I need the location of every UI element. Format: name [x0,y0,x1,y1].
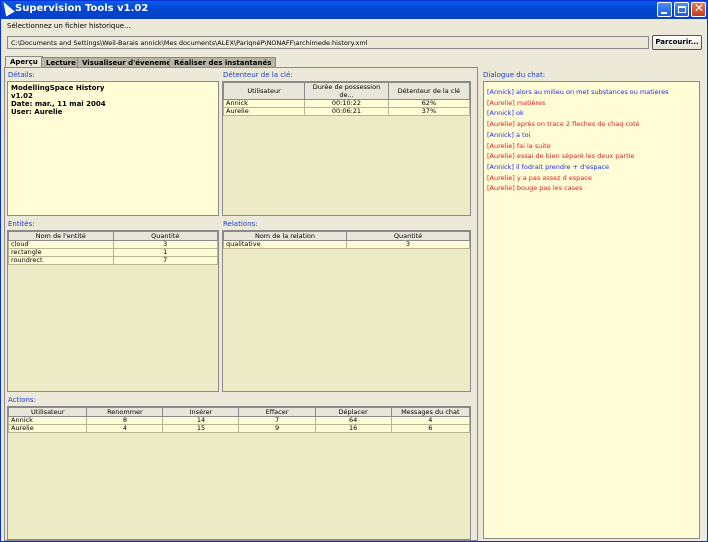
details-line: ModellingSpace History [11,84,105,92]
details-line: User: Aurelie [11,108,63,116]
chat-message: [Aurelie] fai la suite [487,141,551,150]
table-cell: 3 [346,240,470,249]
minimize-button[interactable] [657,2,672,17]
column-header[interactable]: Détenteur de la clé [387,82,470,100]
chat-dialog-panel[interactable]: [Annick] alors au milieu on met substanc… [483,81,700,539]
entities-table: Nom de l'entité Quantité cloud 3 rectang… [8,231,218,265]
chat-message: [Aurelie] bouge pas les cases [487,184,583,193]
table-cell: qualitative [223,240,347,249]
entities-title: Entités: [8,220,35,228]
table-cell: Aurelie [8,424,88,433]
actions-panel: Utilisateur Renommer Insérer Effacer Dép… [7,406,471,540]
details-panel: ModellingSpace History v1.02 Date: mar.,… [7,81,219,216]
table-cell: 4 [86,424,164,433]
chat-message: [Aurelie] essai de bien séparé les deux … [487,152,635,161]
maximize-button[interactable] [674,2,689,17]
file-prompt-label: Sélectionnez un fichier historique... [7,22,131,30]
title-bar[interactable]: Supervision Tools v1.02 ✕ [0,0,707,19]
chat-message: [Aurelie] y a pas assez d espace [487,173,592,182]
table-cell: 9 [238,424,316,433]
table-cell: 16 [314,424,392,433]
table-row[interactable]: qualitative 3 [223,240,470,249]
entities-panel: Nom de l'entité Quantité cloud 3 rectang… [7,230,219,392]
chat-title: Dialogue du chat: [483,71,546,79]
actions-title: Actions: [8,396,36,404]
close-icon: ✕ [694,1,705,15]
actions-table: Utilisateur Renommer Insérer Effacer Dép… [8,407,470,433]
file-path-field[interactable]: C:\Documents and Settings\Weil-Barais an… [7,36,649,49]
details-line: Date: mar., 11 mai 2004 [11,100,106,108]
key-holder-table: Utilisateur Durée de possession de... Dé… [223,82,470,116]
table-row[interactable]: Aurelie 4 15 9 16 6 [8,424,470,433]
tab-lecture[interactable]: Lecture [41,57,81,67]
table-row[interactable]: Aurelie 00:06:21 37% [223,107,470,116]
table-cell: 00:06:21 [304,107,389,116]
key-holder-title: Détenteur de la clé: [223,71,293,79]
browse-button[interactable]: Parcourir... [652,35,702,50]
application-window: Supervision Tools v1.02 ✕ Sélectionnez u… [0,0,708,542]
table-cell: 37% [387,107,470,116]
chat-message: [Aurelie] matières [487,98,546,107]
tab-instantanes[interactable]: Réaliser des instantanés [169,57,277,67]
details-line: v1.02 [11,92,33,100]
maximize-icon [678,6,686,13]
table-cell: roundrect [8,256,114,265]
close-button[interactable]: ✕ [691,1,706,17]
window-title: Supervision Tools v1.02 [15,3,149,14]
table-row[interactable]: Annick 8 14 7 64 4 [8,416,470,425]
chat-message: [Annick] il fodrait prendre + d'espace [487,162,610,171]
table-cell: Aurelie [223,107,306,116]
details-title: Détails: [8,71,35,79]
column-header[interactable]: Utilisateur [223,82,306,100]
relations-panel: Nom de la relation Quantité qualitative … [222,230,471,392]
chat-message: [Annick] ok [487,109,524,118]
mouse-cursor-icon [0,0,15,17]
table-cell: 15 [162,424,240,433]
minimize-icon [661,12,667,14]
key-holder-panel: Utilisateur Durée de possession de... Dé… [222,81,471,216]
chat-message: [Annick] a toi [487,130,531,139]
table-cell: 6 [390,424,470,433]
chat-message: [Aurelie] après on trace 2 fleches de ch… [487,120,640,129]
table-cell: 7 [112,256,218,265]
table-row[interactable]: roundrect 7 [8,256,218,265]
relations-table: Nom de la relation Quantité qualitative … [223,231,470,249]
chat-message: [Annick] alors au milieu on met substanc… [487,88,669,96]
relations-title: Relations: [223,220,258,228]
column-header[interactable]: Durée de possession de... [304,82,389,100]
